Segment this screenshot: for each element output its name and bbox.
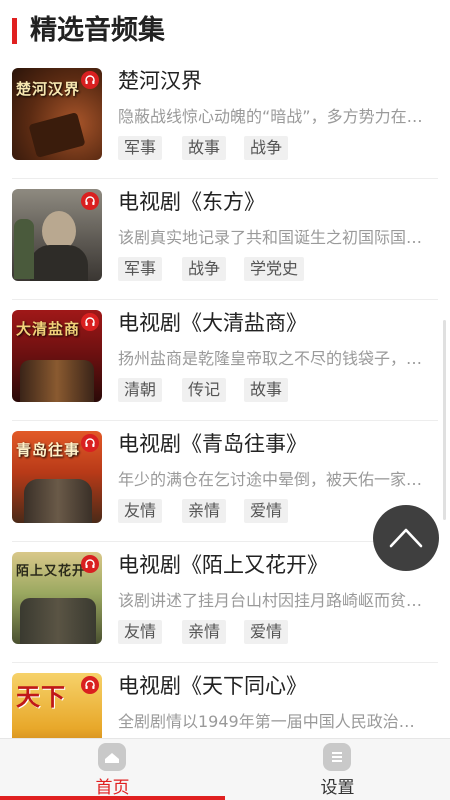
- bottom-tab-bar: 首页 设置: [0, 738, 450, 800]
- tag[interactable]: 军事: [118, 136, 163, 160]
- headphones-icon: [81, 313, 99, 331]
- item-title: 电视剧《青岛往事》: [118, 432, 307, 456]
- tab-settings-label: 设置: [320, 778, 355, 798]
- tag[interactable]: 清朝: [118, 378, 163, 402]
- header-accent-bar: [12, 18, 17, 44]
- scroll-to-top-button[interactable]: [373, 505, 439, 571]
- item-description: 年少的满仓在乞讨途中晕倒，被天佑一家所救: [118, 470, 428, 489]
- list-item[interactable]: 天下 电视剧《天下同心》 全剧剧情以1949年第一届中国人民政治协商会议为背景: [0, 663, 450, 738]
- scrollbar[interactable]: [443, 320, 446, 520]
- tag[interactable]: 友情: [118, 499, 163, 523]
- tag[interactable]: 故事: [244, 378, 289, 402]
- cover-image: 陌上又花开: [12, 552, 102, 644]
- tag[interactable]: 战争: [182, 257, 227, 281]
- tag[interactable]: 故事: [182, 136, 227, 160]
- tag[interactable]: 爱情: [244, 620, 289, 644]
- tag[interactable]: 亲情: [182, 499, 227, 523]
- cover-title: 天下: [16, 682, 66, 711]
- tab-settings[interactable]: 设置: [225, 739, 450, 800]
- item-description: 该剧讲述了挂月台山村因挂月路崎岖而贫困的故事: [118, 591, 428, 610]
- headphones-icon: [81, 555, 99, 573]
- tag[interactable]: 学党史: [244, 257, 305, 281]
- headphones-icon: [81, 71, 99, 89]
- header: 精选音频集: [0, 0, 450, 58]
- tag[interactable]: 军事: [118, 257, 163, 281]
- cover-image: 天下: [12, 673, 102, 738]
- active-tab-indicator: [0, 796, 225, 800]
- cover-image: 楚河汉界: [12, 68, 102, 160]
- cover-title: 陌上又花开: [16, 564, 87, 579]
- item-title: 电视剧《陌上又花开》: [118, 553, 328, 577]
- home-icon: [98, 743, 126, 771]
- chevron-up-icon: [389, 528, 423, 548]
- tag[interactable]: 友情: [118, 620, 163, 644]
- settings-icon: [323, 743, 351, 771]
- tag[interactable]: 爱情: [244, 499, 289, 523]
- headphones-icon: [81, 192, 99, 210]
- item-title: 电视剧《东方》: [118, 190, 265, 214]
- item-description: 扬州盐商是乾隆皇帝取之不尽的钱袋子，汪朝宗周旋其中: [118, 349, 428, 368]
- headphones-icon: [81, 676, 99, 694]
- cover-title: 大清盐商: [16, 320, 81, 338]
- list-item[interactable]: 楚河汉界 楚河汉界 隐蔽战线惊心动魄的“暗战”，多方势力在上海展开角逐 军事 故…: [0, 58, 450, 179]
- tab-home[interactable]: 首页: [0, 739, 225, 800]
- item-title: 楚河汉界: [118, 69, 202, 93]
- item-description: 该剧真实地记录了共和国诞生之初国际国内的风云变幻: [118, 228, 428, 247]
- audio-list[interactable]: 楚河汉界 楚河汉界 隐蔽战线惊心动魄的“暗战”，多方势力在上海展开角逐 军事 故…: [0, 58, 450, 738]
- list-item[interactable]: 电视剧《东方》 该剧真实地记录了共和国诞生之初国际国内的风云变幻 军事 战争 学…: [0, 179, 450, 300]
- tag[interactable]: 传记: [182, 378, 227, 402]
- cover-image: 大清盐商: [12, 310, 102, 402]
- item-description: 全剧剧情以1949年第一届中国人民政治协商会议为背景: [118, 712, 428, 731]
- item-title: 电视剧《大清盐商》: [118, 311, 307, 335]
- page-title: 精选音频集: [30, 15, 165, 46]
- cover-title: 楚河汉界: [16, 80, 81, 98]
- list-item[interactable]: 大清盐商 电视剧《大清盐商》 扬州盐商是乾隆皇帝取之不尽的钱袋子，汪朝宗周旋其中…: [0, 300, 450, 421]
- tag[interactable]: 亲情: [182, 620, 227, 644]
- cover-title: 青岛往事: [16, 441, 81, 459]
- cover-image: [12, 189, 102, 281]
- headphones-icon: [81, 434, 99, 452]
- cover-image: 青岛往事: [12, 431, 102, 523]
- item-description: 隐蔽战线惊心动魄的“暗战”，多方势力在上海展开角逐: [118, 107, 428, 126]
- tag[interactable]: 战争: [244, 136, 289, 160]
- item-title: 电视剧《天下同心》: [118, 674, 307, 698]
